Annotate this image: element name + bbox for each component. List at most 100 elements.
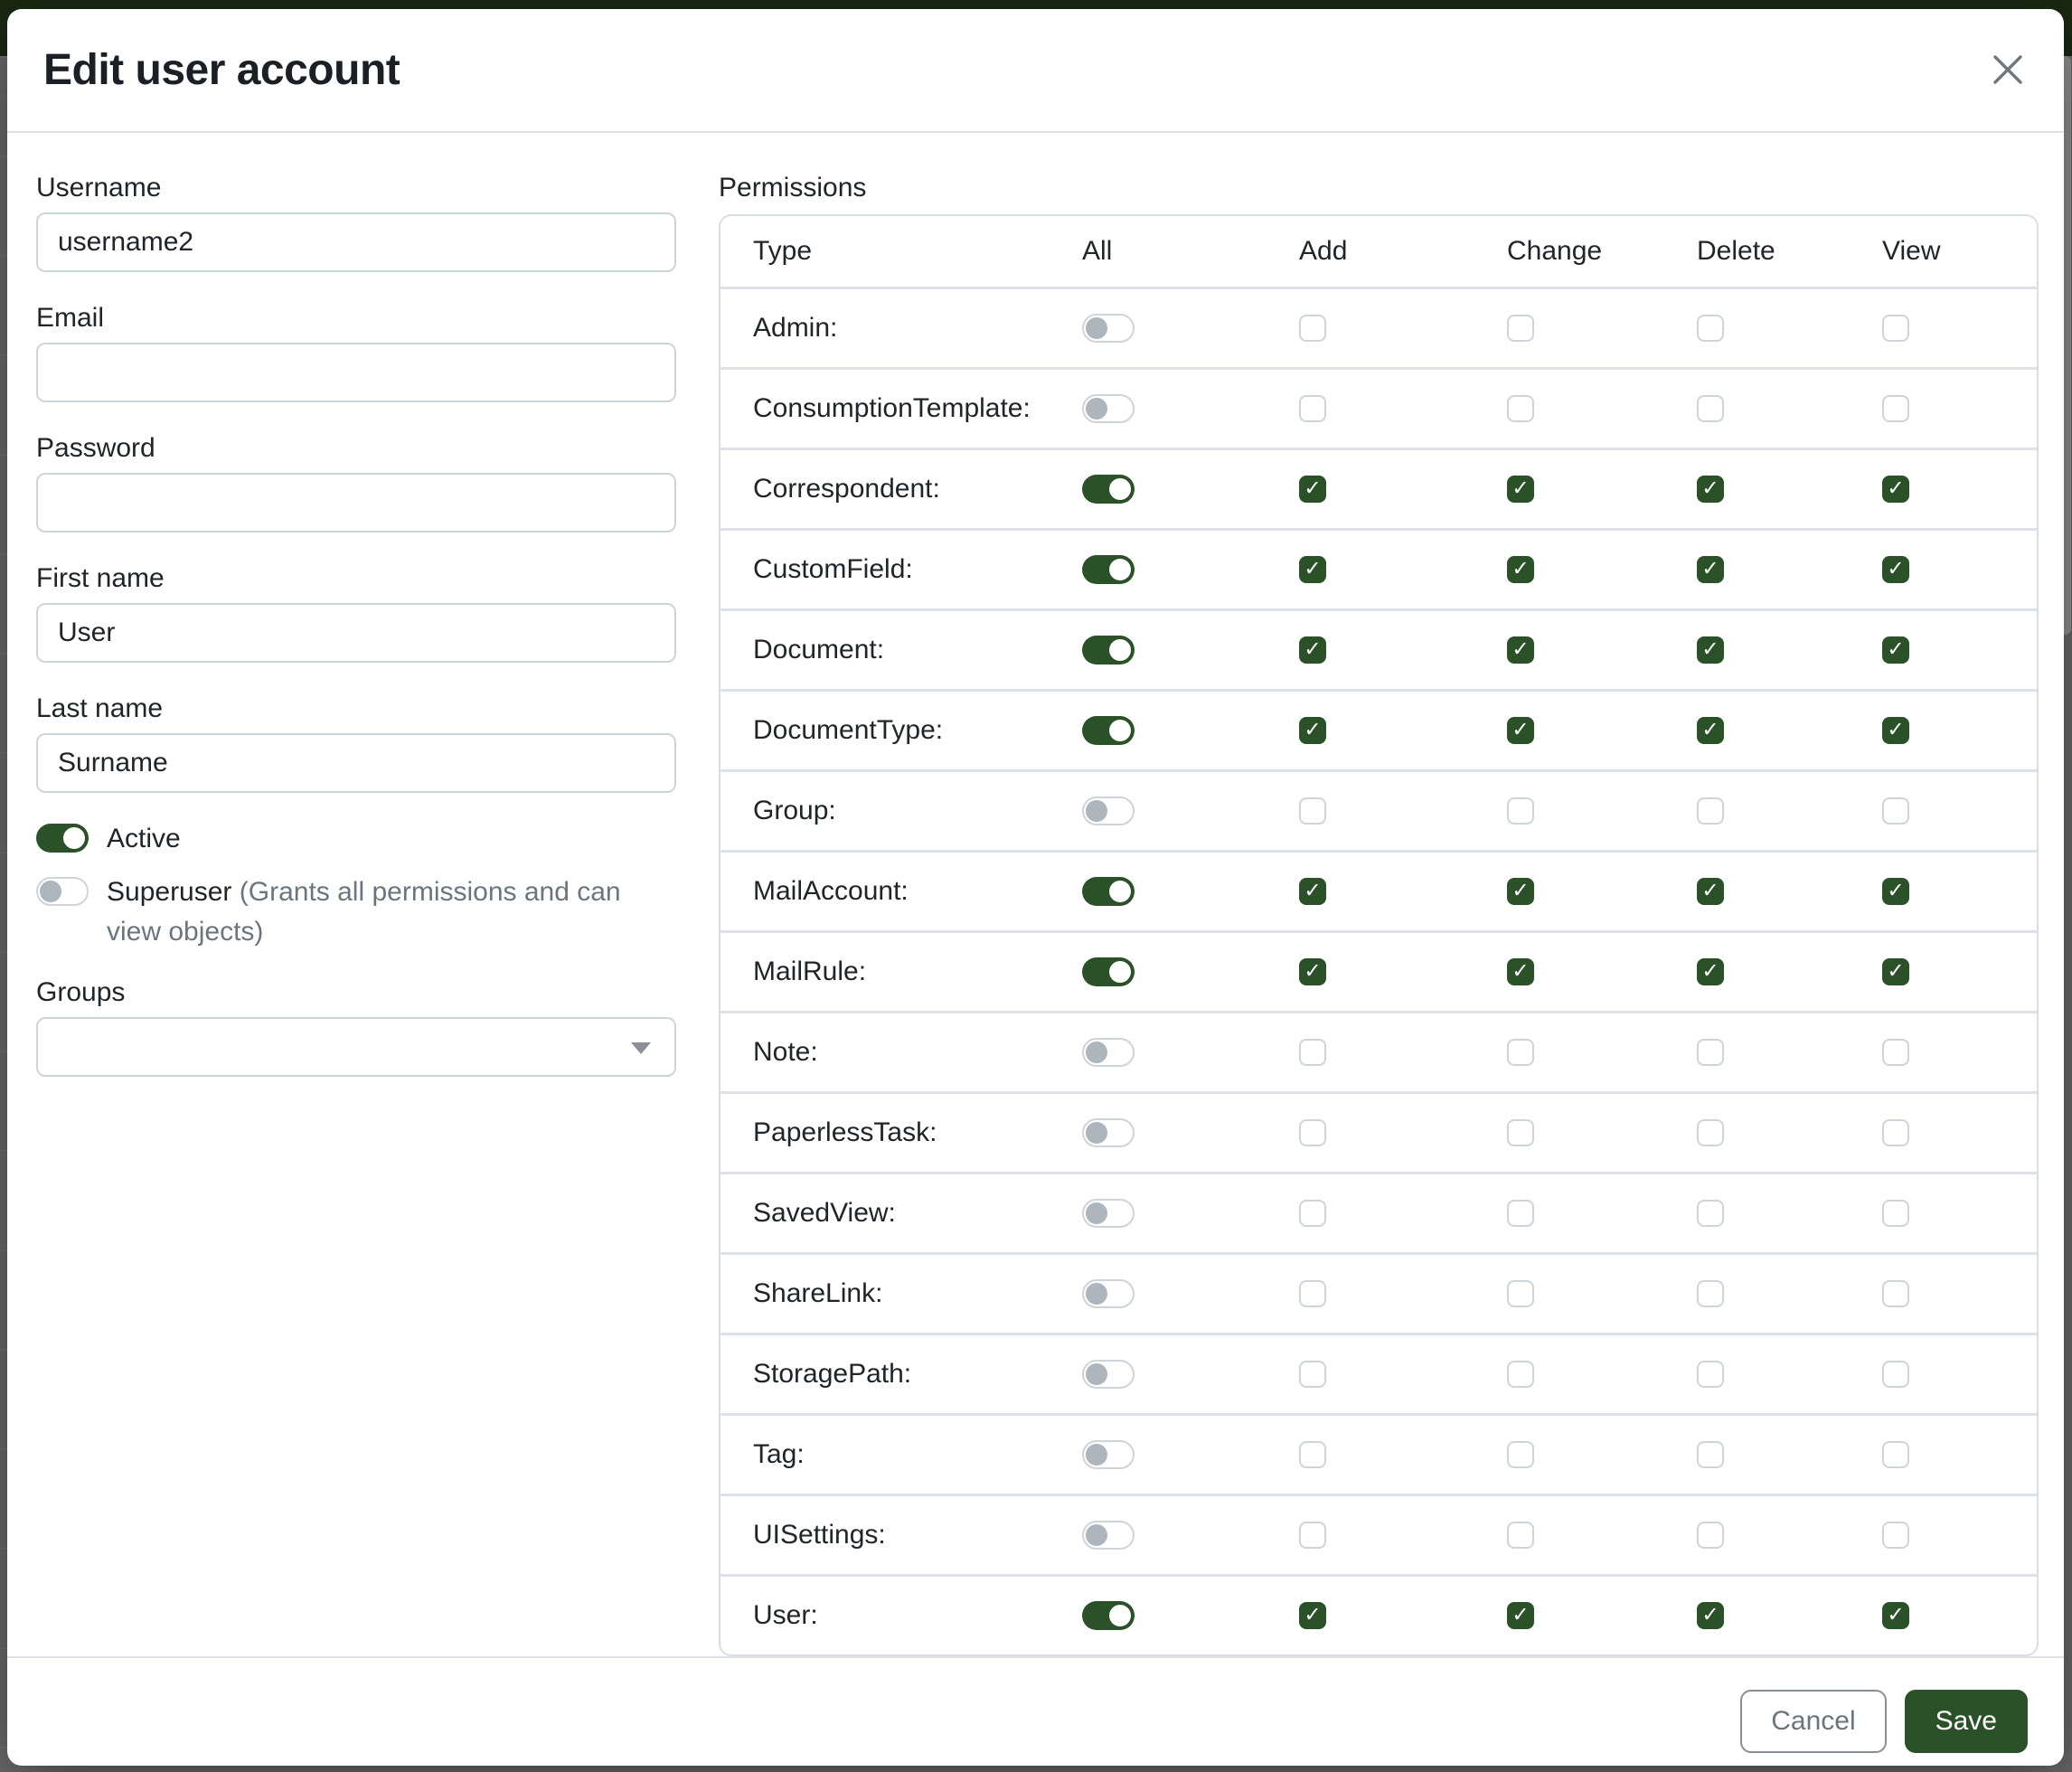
permission-all-toggle[interactable] (1082, 1118, 1135, 1147)
permission-view-checkbox[interactable] (1882, 1522, 1909, 1549)
permission-view-checkbox[interactable] (1882, 717, 1909, 744)
permission-add-checkbox[interactable] (1299, 958, 1326, 985)
permission-delete-checkbox[interactable] (1697, 717, 1724, 744)
permission-change-checkbox[interactable] (1507, 878, 1534, 905)
permission-delete-checkbox[interactable] (1697, 1200, 1724, 1227)
permission-delete-checkbox[interactable] (1697, 1602, 1724, 1629)
permission-type-label: ConsumptionTemplate: (753, 393, 1031, 424)
save-button[interactable]: Save (1905, 1690, 2028, 1753)
permission-add-checkbox[interactable] (1299, 1361, 1326, 1388)
permission-add-checkbox[interactable] (1299, 476, 1326, 503)
permission-change-checkbox[interactable] (1507, 476, 1534, 503)
superuser-toggle[interactable] (36, 877, 89, 906)
permission-all-toggle[interactable] (1082, 475, 1135, 504)
permission-view-checkbox[interactable] (1882, 556, 1909, 583)
permission-all-toggle[interactable] (1082, 796, 1135, 825)
permission-view-checkbox[interactable] (1882, 1039, 1909, 1066)
groups-select[interactable] (36, 1017, 676, 1077)
permission-all-toggle[interactable] (1082, 314, 1135, 343)
permission-all-toggle[interactable] (1082, 957, 1135, 986)
permission-all-toggle[interactable] (1082, 394, 1135, 423)
permission-add-checkbox[interactable] (1299, 395, 1326, 422)
permission-view-checkbox[interactable] (1882, 1361, 1909, 1388)
permission-add-checkbox[interactable] (1299, 1602, 1326, 1629)
first-name-input[interactable] (36, 603, 676, 663)
permission-change-checkbox[interactable] (1507, 1200, 1534, 1227)
permission-view-checkbox[interactable] (1882, 636, 1909, 664)
email-input[interactable] (36, 343, 676, 402)
permission-change-checkbox[interactable] (1507, 315, 1534, 342)
permission-add-checkbox[interactable] (1299, 1522, 1326, 1549)
permission-view-checkbox[interactable] (1882, 958, 1909, 985)
permission-delete-checkbox[interactable] (1697, 797, 1724, 825)
permission-view-checkbox[interactable] (1882, 1280, 1909, 1307)
permission-view-checkbox[interactable] (1882, 1119, 1909, 1146)
permission-delete-checkbox[interactable] (1697, 878, 1724, 905)
permission-add-checkbox[interactable] (1299, 315, 1326, 342)
permission-delete-checkbox[interactable] (1697, 1280, 1724, 1307)
cancel-button[interactable]: Cancel (1740, 1690, 1886, 1753)
permission-change-checkbox[interactable] (1507, 1361, 1534, 1388)
permission-view-checkbox[interactable] (1882, 476, 1909, 503)
permission-view-checkbox[interactable] (1882, 1441, 1909, 1468)
permission-change-checkbox[interactable] (1507, 1039, 1534, 1066)
permission-all-toggle[interactable] (1082, 716, 1135, 745)
permission-delete-checkbox[interactable] (1697, 315, 1724, 342)
permission-change-checkbox[interactable] (1507, 1441, 1534, 1468)
permission-view-checkbox[interactable] (1882, 878, 1909, 905)
permission-all-toggle[interactable] (1082, 555, 1135, 584)
permission-all-toggle[interactable] (1082, 1360, 1135, 1389)
close-button[interactable] (1988, 51, 2028, 90)
permission-delete-checkbox[interactable] (1697, 556, 1724, 583)
permission-change-checkbox[interactable] (1507, 717, 1534, 744)
permission-change-checkbox[interactable] (1507, 1119, 1534, 1146)
permission-change-checkbox[interactable] (1507, 1280, 1534, 1307)
permission-add-checkbox[interactable] (1299, 1441, 1326, 1468)
permission-all-toggle[interactable] (1082, 877, 1135, 906)
permission-all-toggle[interactable] (1082, 1521, 1135, 1550)
permission-change-checkbox[interactable] (1507, 1522, 1534, 1549)
permission-change-checkbox[interactable] (1507, 556, 1534, 583)
permission-all-toggle[interactable] (1082, 1199, 1135, 1228)
permission-all-toggle[interactable] (1082, 636, 1135, 664)
password-input[interactable] (36, 473, 676, 533)
permission-all-toggle[interactable] (1082, 1038, 1135, 1067)
permission-all-toggle[interactable] (1082, 1601, 1135, 1630)
permission-add-checkbox[interactable] (1299, 1280, 1326, 1307)
permission-view-checkbox[interactable] (1882, 395, 1909, 422)
permission-view-checkbox[interactable] (1882, 1602, 1909, 1629)
column-header-delete: Delete (1697, 236, 1775, 267)
permission-delete-checkbox[interactable] (1697, 1039, 1724, 1066)
permission-add-checkbox[interactable] (1299, 556, 1326, 583)
permission-delete-checkbox[interactable] (1697, 1361, 1724, 1388)
modal-body: Username Email Password First name Last … (7, 133, 2064, 1656)
permission-row: Group: (720, 769, 2037, 850)
permission-all-toggle[interactable] (1082, 1279, 1135, 1308)
permission-change-checkbox[interactable] (1507, 1602, 1534, 1629)
permission-delete-checkbox[interactable] (1697, 476, 1724, 503)
username-input[interactable] (36, 212, 676, 272)
permission-change-checkbox[interactable] (1507, 395, 1534, 422)
permission-change-checkbox[interactable] (1507, 636, 1534, 664)
permission-add-checkbox[interactable] (1299, 797, 1326, 825)
permission-view-checkbox[interactable] (1882, 1200, 1909, 1227)
permission-add-checkbox[interactable] (1299, 717, 1326, 744)
permission-delete-checkbox[interactable] (1697, 958, 1724, 985)
permission-delete-checkbox[interactable] (1697, 395, 1724, 422)
permission-delete-checkbox[interactable] (1697, 1441, 1724, 1468)
permission-delete-checkbox[interactable] (1697, 1522, 1724, 1549)
permission-view-checkbox[interactable] (1882, 797, 1909, 825)
permission-add-checkbox[interactable] (1299, 1039, 1326, 1066)
permission-all-toggle[interactable] (1082, 1440, 1135, 1469)
permission-add-checkbox[interactable] (1299, 1200, 1326, 1227)
permission-add-checkbox[interactable] (1299, 636, 1326, 664)
active-toggle[interactable] (36, 824, 89, 853)
permission-delete-checkbox[interactable] (1697, 1119, 1724, 1146)
permission-view-checkbox[interactable] (1882, 315, 1909, 342)
permission-delete-checkbox[interactable] (1697, 636, 1724, 664)
last-name-input[interactable] (36, 733, 676, 793)
permission-change-checkbox[interactable] (1507, 958, 1534, 985)
permission-add-checkbox[interactable] (1299, 878, 1326, 905)
permission-add-checkbox[interactable] (1299, 1119, 1326, 1146)
permission-change-checkbox[interactable] (1507, 797, 1534, 825)
